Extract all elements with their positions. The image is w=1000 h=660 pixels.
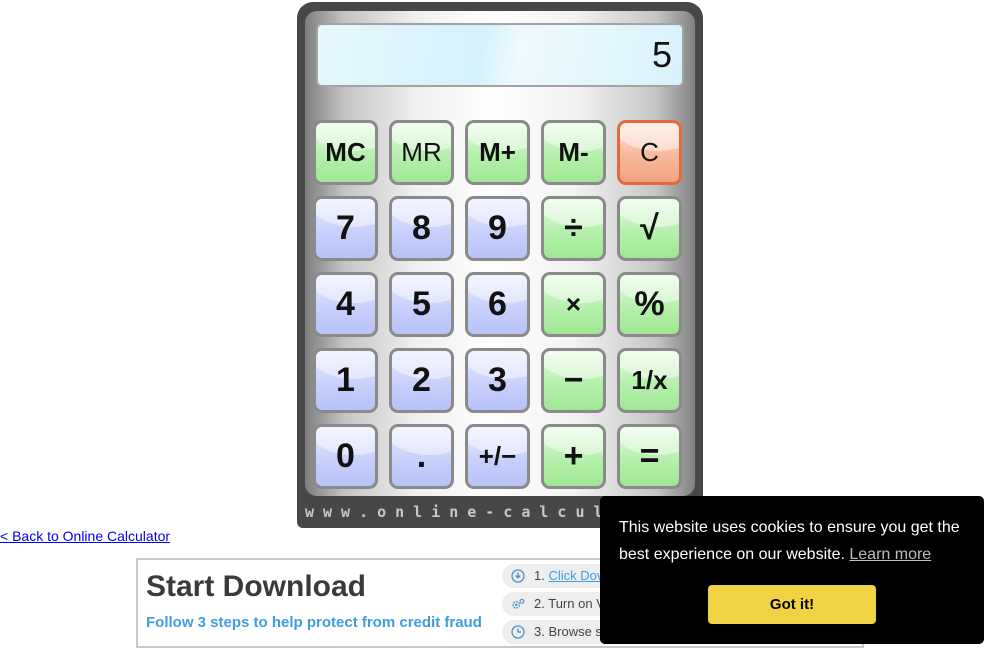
digit-2-button[interactable]: 2 (389, 348, 454, 413)
clear-button[interactable]: C (617, 120, 682, 185)
digit-6-button[interactable]: 6 (465, 272, 530, 337)
calculator-face: 5 MC MR M+ M- C 7 8 9 ÷ √ 4 5 6 × % 1 2 … (305, 11, 695, 496)
accept-cookies-button[interactable]: Got it! (708, 585, 876, 624)
download-circle-icon (511, 569, 525, 583)
multiply-button[interactable]: × (541, 272, 606, 337)
calculator: 5 MC MR M+ M- C 7 8 9 ÷ √ 4 5 6 × % 1 2 … (297, 2, 703, 528)
percent-button[interactable]: % (617, 272, 682, 337)
ad-title: Start Download (146, 570, 367, 603)
learn-more-link[interactable]: Learn more (849, 546, 931, 563)
digit-8-button[interactable]: 8 (389, 196, 454, 261)
back-to-calculator-link[interactable]: < Back to Online Calculator (0, 528, 170, 544)
equals-button[interactable]: = (617, 424, 682, 489)
digit-5-button[interactable]: 5 (389, 272, 454, 337)
digit-7-button[interactable]: 7 (313, 196, 378, 261)
calculator-display: 5 (316, 23, 684, 87)
memory-clear-button[interactable]: MC (313, 120, 378, 185)
clock-icon (511, 625, 525, 639)
divide-button[interactable]: ÷ (541, 196, 606, 261)
memory-add-button[interactable]: M+ (465, 120, 530, 185)
subtract-button[interactable]: − (541, 348, 606, 413)
square-root-button[interactable]: √ (617, 196, 682, 261)
digit-1-button[interactable]: 1 (313, 348, 378, 413)
ad-subtitle: Follow 3 steps to help protect from cred… (146, 614, 482, 631)
decimal-point-button[interactable]: . (389, 424, 454, 489)
add-button[interactable]: + (541, 424, 606, 489)
memory-subtract-button[interactable]: M- (541, 120, 606, 185)
digit-4-button[interactable]: 4 (313, 272, 378, 337)
digit-9-button[interactable]: 9 (465, 196, 530, 261)
reciprocal-button[interactable]: 1/x (617, 348, 682, 413)
cookie-consent-banner: This website uses cookies to ensure you … (600, 496, 984, 644)
digit-0-button[interactable]: 0 (313, 424, 378, 489)
memory-recall-button[interactable]: MR (389, 120, 454, 185)
plus-minus-button[interactable]: +/− (465, 424, 530, 489)
gears-icon (512, 598, 525, 609)
digit-3-button[interactable]: 3 (465, 348, 530, 413)
cookie-message: This website uses cookies to ensure you … (619, 519, 960, 563)
